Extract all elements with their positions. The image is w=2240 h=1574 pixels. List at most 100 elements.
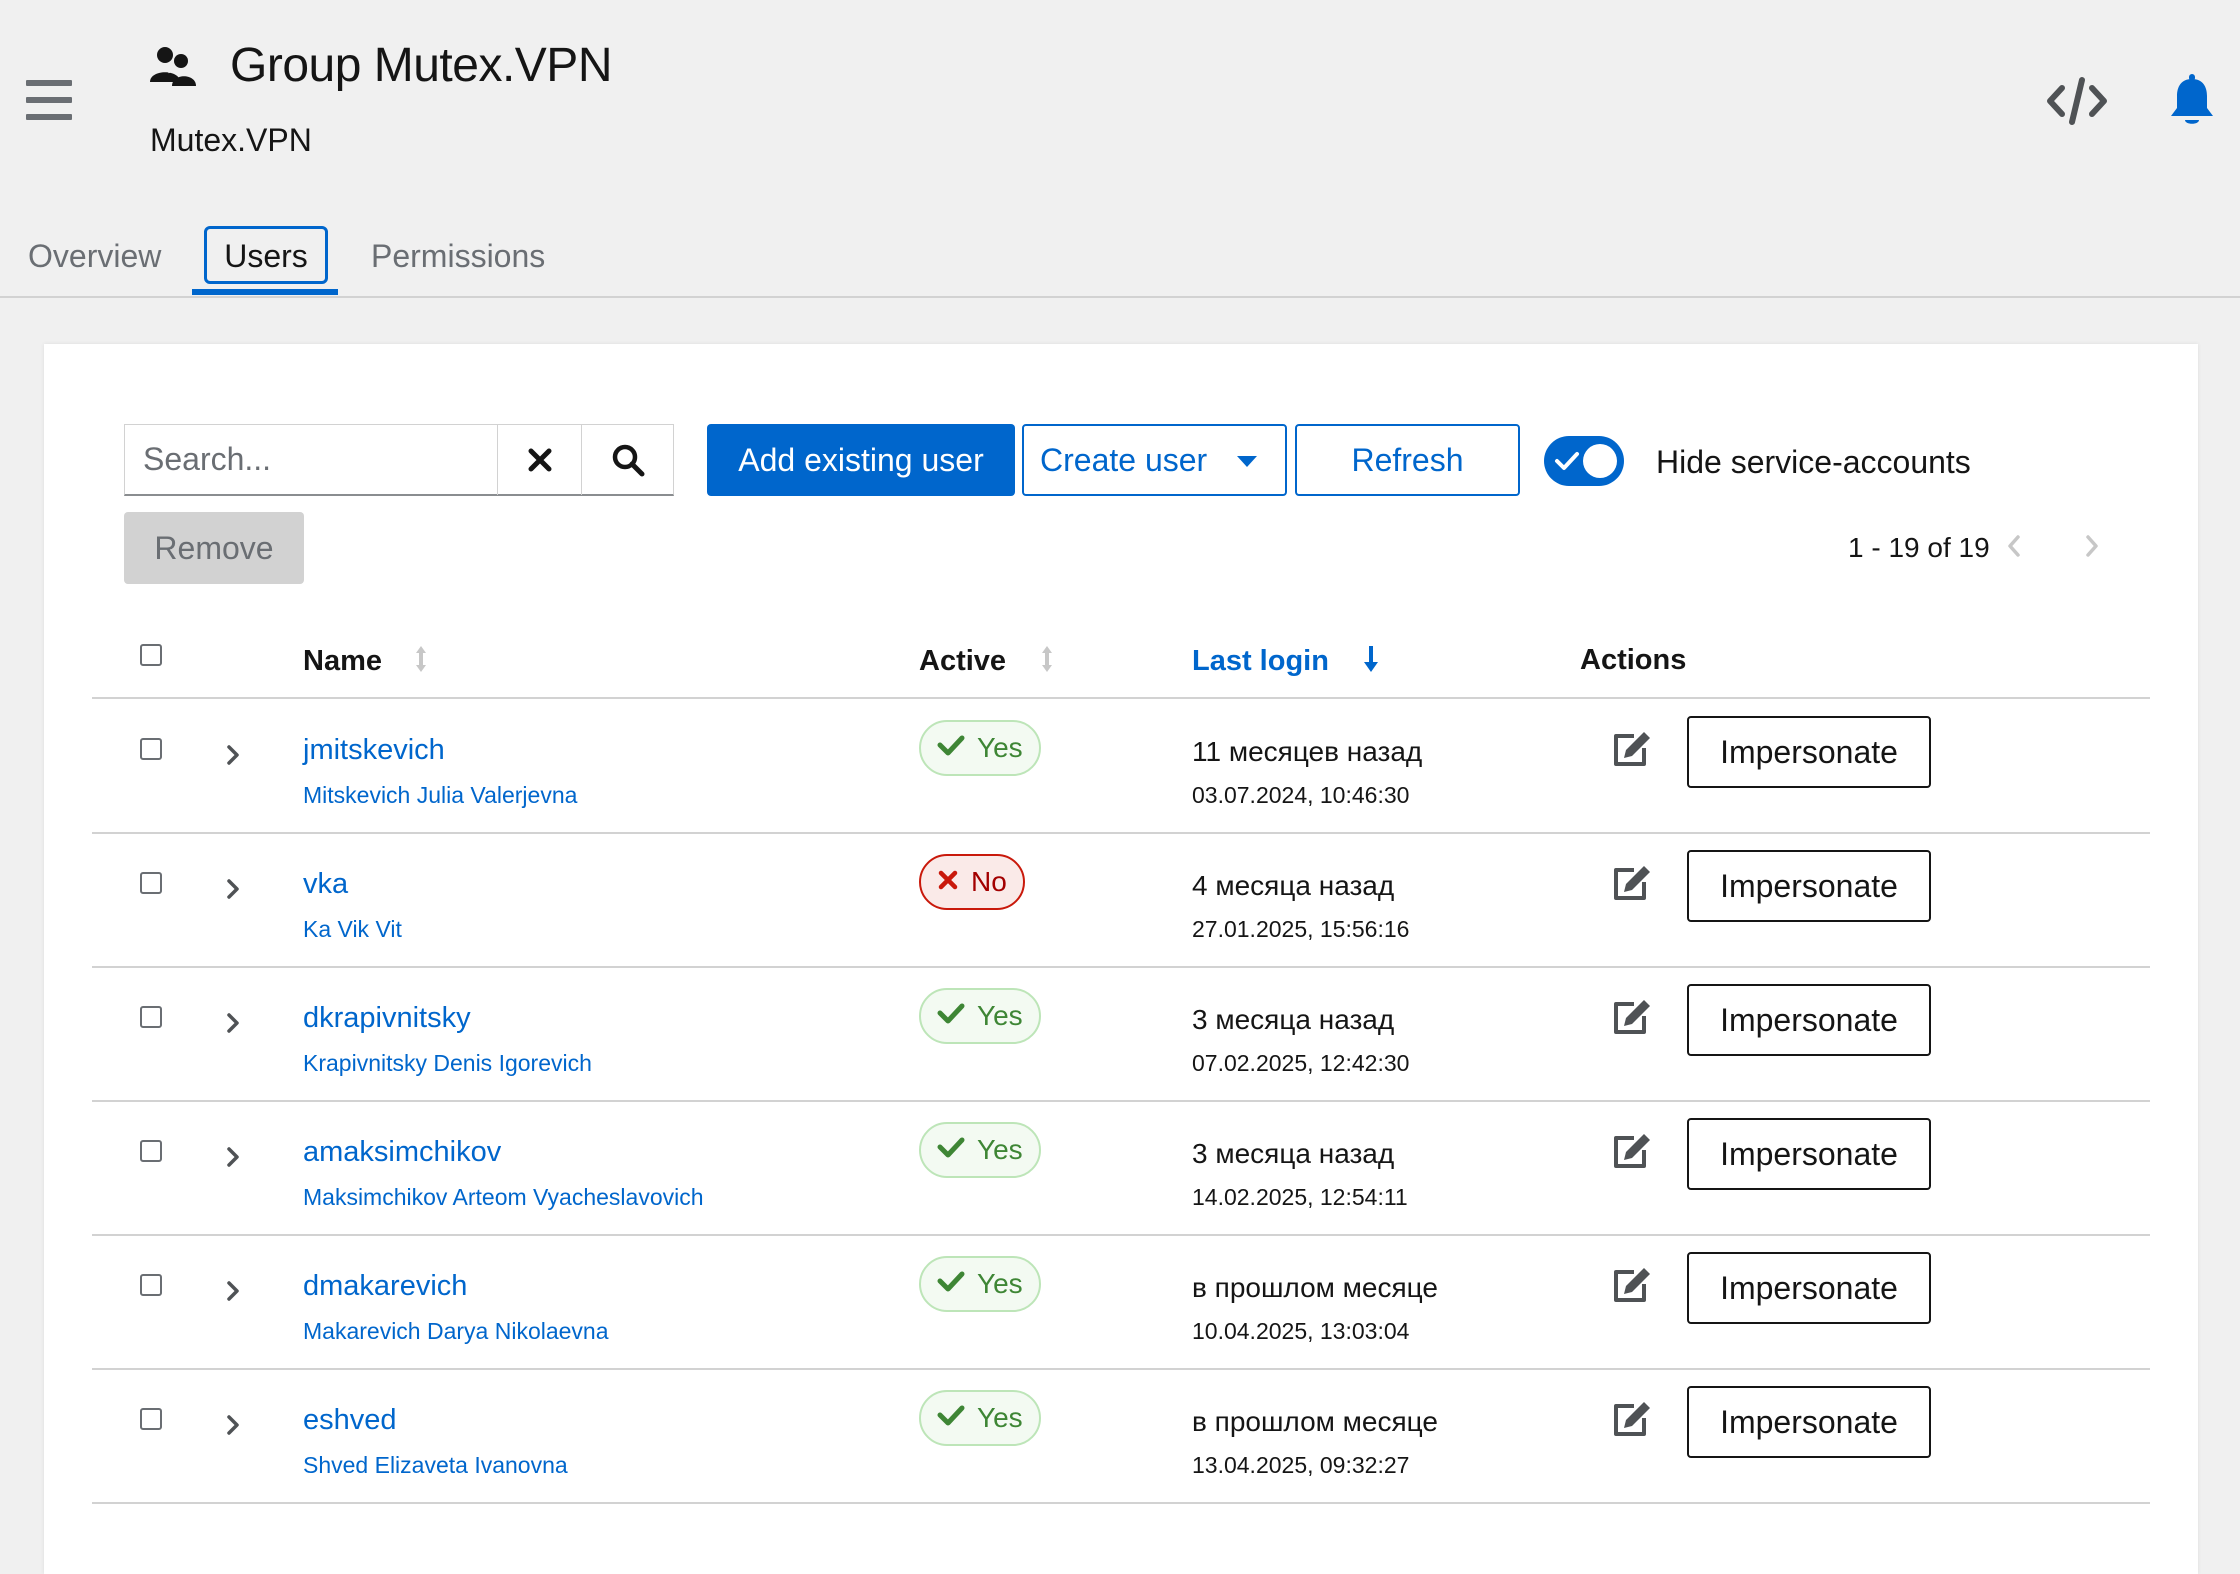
last-login-relative: 3 месяца назад <box>1192 1138 1395 1169</box>
remove-button[interactable]: Remove <box>124 512 304 584</box>
impersonate-button[interactable]: Impersonate <box>1687 1386 1931 1458</box>
page-subtitle: Mutex.VPN <box>150 122 312 158</box>
last-login-date: 14.02.2025, 12:54:11 <box>1192 1184 1408 1210</box>
impersonate-button[interactable]: Impersonate <box>1687 1252 1931 1324</box>
refresh-button[interactable]: Refresh <box>1295 424 1520 496</box>
table-row: eshved Shved Elizaveta Ivanovna Yes в пр… <box>92 1370 2150 1504</box>
username-link[interactable]: dkrapivnitsky <box>303 1002 471 1035</box>
last-login-relative: 3 месяца назад <box>1192 1004 1395 1035</box>
active-status-label: Yes <box>977 1402 1023 1433</box>
chevron-right-icon <box>227 1415 239 1435</box>
search-input[interactable] <box>125 425 495 493</box>
check-icon <box>937 1000 965 1032</box>
last-login-date: 27.01.2025, 15:56:16 <box>1192 916 1410 942</box>
last-login-relative: 4 месяца назад <box>1192 870 1395 901</box>
edit-icon[interactable] <box>1610 1132 1652 1172</box>
code-icon[interactable] <box>2046 76 2108 126</box>
row-divider <box>92 1502 2150 1504</box>
username-link[interactable]: jmitskevich <box>303 734 445 767</box>
chevron-right-icon <box>227 879 239 899</box>
username-link[interactable]: dmakarevich <box>303 1270 467 1303</box>
add-existing-user-button[interactable]: Add existing user <box>707 424 1015 496</box>
search-icon <box>612 444 645 477</box>
full-name: Shved Elizaveta Ivanovna <box>303 1452 568 1478</box>
check-icon <box>937 1134 965 1166</box>
last-login-relative: в прошлом месяце <box>1192 1406 1438 1437</box>
last-login-date: 03.07.2024, 10:46:30 <box>1192 782 1410 808</box>
tab-overview[interactable]: Overview <box>28 226 161 292</box>
row-checkbox[interactable] <box>140 1408 162 1430</box>
arrow-down-icon <box>1364 646 1379 672</box>
last-login-relative: в прошлом месяце <box>1192 1272 1438 1303</box>
username-link[interactable]: eshved <box>303 1404 397 1437</box>
last-login-date: 13.04.2025, 09:32:27 <box>1192 1452 1410 1478</box>
chevron-right-icon <box>227 1013 239 1033</box>
chevron-right-icon <box>227 1147 239 1167</box>
times-icon <box>937 866 959 898</box>
column-header-last-login[interactable]: Last login <box>1192 644 1379 678</box>
column-name-label: Name <box>303 645 382 677</box>
row-checkbox[interactable] <box>140 738 162 760</box>
last-login-date: 10.04.2025, 13:03:04 <box>1192 1318 1410 1344</box>
users-group-icon <box>148 42 198 92</box>
table-row: amaksimchikov Maksimchikov Arteom Vyache… <box>92 1102 2150 1236</box>
expand-row-button[interactable] <box>226 1012 240 1039</box>
create-user-button[interactable]: Create user <box>1022 424 1287 496</box>
tab-users[interactable]: Users <box>204 226 328 284</box>
active-status-badge: Yes <box>919 1122 1041 1178</box>
username-link[interactable]: amaksimchikov <box>303 1136 501 1169</box>
search-button[interactable] <box>581 425 674 495</box>
sort-icon <box>416 646 427 672</box>
chevron-right-icon <box>227 1281 239 1301</box>
expand-row-button[interactable] <box>226 1146 240 1173</box>
chevron-left-icon <box>2008 535 2020 557</box>
chevron-right-icon <box>2086 535 2098 557</box>
table-row: dkrapivnitsky Krapivnitsky Denis Igorevi… <box>92 968 2150 1102</box>
column-header-active[interactable]: Active <box>919 644 1054 678</box>
hamburger-icon[interactable] <box>26 80 72 120</box>
clear-search-button[interactable] <box>497 425 582 495</box>
expand-row-button[interactable] <box>226 744 240 771</box>
impersonate-button[interactable]: Impersonate <box>1687 984 1931 1056</box>
impersonate-button[interactable]: Impersonate <box>1687 716 1931 788</box>
full-name: Krapivnitsky Denis Igorevich <box>303 1050 592 1076</box>
create-user-label: Create user <box>1040 441 1208 478</box>
impersonate-button[interactable]: Impersonate <box>1687 850 1931 922</box>
row-checkbox[interactable] <box>140 872 162 894</box>
expand-row-button[interactable] <box>226 1280 240 1307</box>
previous-page-button[interactable] <box>2006 534 2022 563</box>
last-login-date: 07.02.2025, 12:42:30 <box>1192 1050 1410 1076</box>
row-checkbox[interactable] <box>140 1274 162 1296</box>
toggle-knob <box>1583 444 1617 478</box>
next-page-button[interactable] <box>2084 534 2100 563</box>
impersonate-button[interactable]: Impersonate <box>1687 1118 1931 1190</box>
expand-row-button[interactable] <box>226 878 240 905</box>
check-icon <box>937 1402 965 1434</box>
table-row: vka Ka Vik Vit No 4 месяца назад 27.01.2… <box>92 834 2150 968</box>
search-box <box>124 424 674 496</box>
username-link[interactable]: vka <box>303 868 348 901</box>
edit-icon[interactable] <box>1610 864 1652 904</box>
header-divider <box>92 697 2150 699</box>
expand-row-button[interactable] <box>226 1414 240 1441</box>
column-header-actions: Actions <box>1580 644 1687 676</box>
check-icon <box>937 1268 965 1300</box>
active-status-badge: No <box>919 854 1025 910</box>
column-header-name[interactable]: Name <box>303 644 428 678</box>
edit-icon[interactable] <box>1610 730 1652 770</box>
bell-icon[interactable] <box>2168 74 2216 128</box>
row-checkbox[interactable] <box>140 1140 162 1162</box>
active-status-badge: Yes <box>919 1390 1041 1446</box>
edit-icon[interactable] <box>1610 998 1652 1038</box>
hide-service-accounts-toggle[interactable] <box>1544 436 1624 486</box>
last-login-relative: 11 месяцев назад <box>1192 736 1423 767</box>
edit-icon[interactable] <box>1610 1266 1652 1306</box>
select-all-checkbox[interactable] <box>140 644 162 666</box>
active-status-badge: Yes <box>919 1256 1041 1312</box>
tab-permissions[interactable]: Permissions <box>371 226 545 292</box>
full-name: Maksimchikov Arteom Vyacheslavovich <box>303 1184 704 1210</box>
full-name: Ka Vik Vit <box>303 916 402 942</box>
edit-icon[interactable] <box>1610 1400 1652 1440</box>
row-checkbox[interactable] <box>140 1006 162 1028</box>
check-icon <box>937 732 965 764</box>
